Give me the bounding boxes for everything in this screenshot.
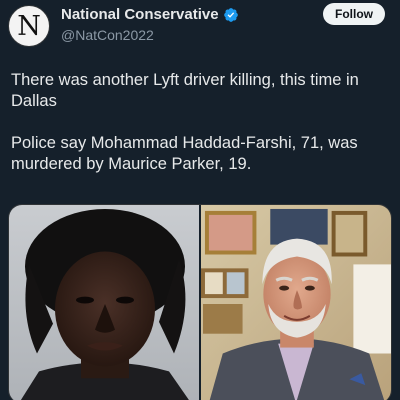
portrait-image bbox=[201, 205, 391, 400]
avatar-logo: N bbox=[17, 11, 41, 42]
tweet-text: There was another Lyft driver killing, t… bbox=[11, 70, 391, 175]
display-name-row[interactable]: National Conservative bbox=[61, 6, 239, 23]
tweet-paragraph: Police say Mohammad Haddad-Farshi, 71, w… bbox=[11, 134, 358, 173]
media-photo-mugshot[interactable] bbox=[9, 205, 199, 400]
user-handle[interactable]: @NatCon2022 bbox=[61, 27, 154, 43]
tweet-card: N National Conservative @NatCon2022 Foll… bbox=[0, 0, 400, 400]
display-name[interactable]: National Conservative bbox=[61, 6, 219, 23]
mugshot-image bbox=[9, 205, 199, 400]
follow-button[interactable]: Follow bbox=[323, 3, 385, 25]
media-photo-portrait[interactable] bbox=[201, 205, 391, 400]
media-grid bbox=[8, 204, 392, 400]
tweet-paragraph: There was another Lyft driver killing, t… bbox=[11, 71, 359, 110]
verified-badge-icon bbox=[223, 7, 238, 22]
avatar[interactable]: N bbox=[8, 5, 50, 47]
